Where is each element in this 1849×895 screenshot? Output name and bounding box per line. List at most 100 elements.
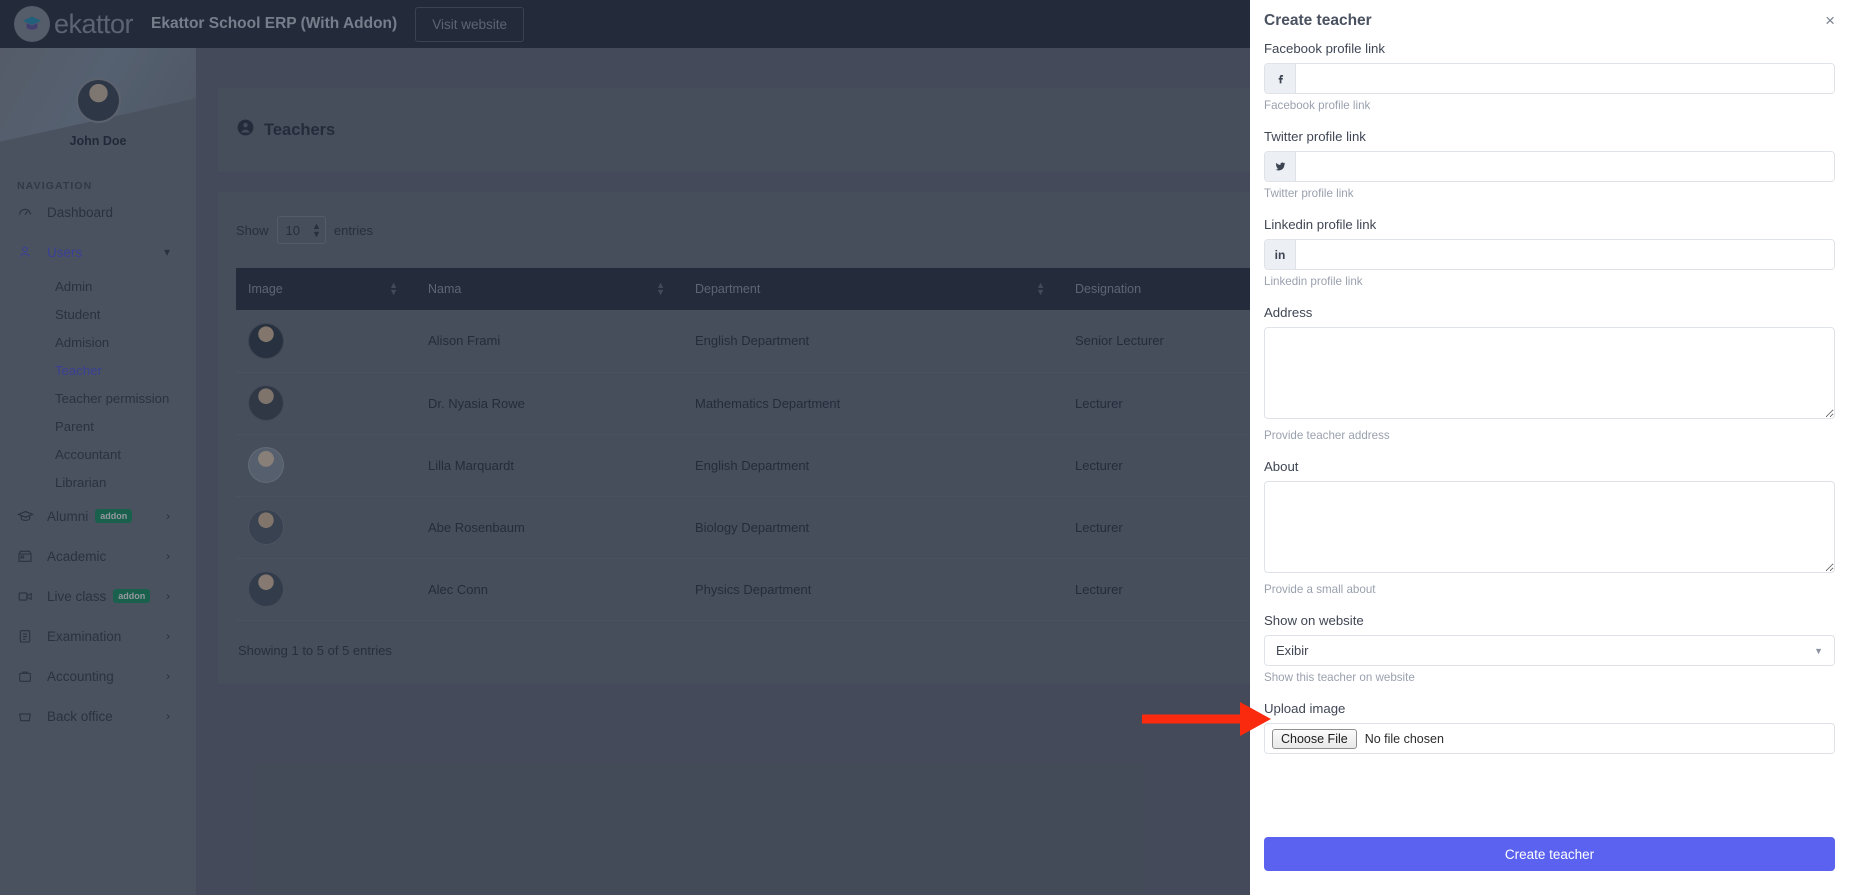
- sidebar-subitem-teacher[interactable]: Teacher: [0, 356, 196, 384]
- basket-icon: [17, 708, 47, 724]
- show-on-website-select[interactable]: Exibir ▼: [1264, 635, 1835, 666]
- chevron-right-icon: ›: [166, 709, 170, 723]
- chevron-right-icon: ›: [166, 629, 170, 643]
- sidebar-user-name: John Doe: [0, 134, 196, 148]
- sidebar-item-users[interactable]: Users ▾: [0, 232, 196, 272]
- chevron-right-icon: ›: [166, 669, 170, 683]
- visit-website-button[interactable]: Visit website: [415, 7, 524, 42]
- cell-department: Mathematics Department: [683, 372, 1063, 434]
- cell-image: [236, 310, 416, 372]
- sidebar-item-alumni[interactable]: Alumni addon ›: [0, 496, 196, 536]
- column-header-name[interactable]: Nama ▲▼: [416, 268, 683, 310]
- entries-select[interactable]: 10 ▲▼: [277, 216, 326, 244]
- avatar[interactable]: [76, 78, 121, 123]
- cell-name: Abe Rosenbaum: [416, 496, 683, 558]
- user-circle-icon: [236, 118, 255, 142]
- chevron-right-icon: ›: [166, 549, 170, 563]
- sidebar-subitem-student[interactable]: Student: [0, 300, 196, 328]
- cell-name: Alison Frami: [416, 310, 683, 372]
- facebook-icon: [1265, 64, 1296, 93]
- sidebar-subitem-label: Admision: [55, 335, 109, 350]
- sidebar-subitem-admision[interactable]: Admision: [0, 328, 196, 356]
- sort-icon: ▲▼: [389, 282, 398, 296]
- twitter-input-group: [1264, 151, 1835, 182]
- address-label: Address: [1264, 305, 1835, 320]
- chevron-down-icon: ▾: [164, 245, 170, 259]
- briefcase-icon: [17, 668, 47, 684]
- column-header-label: Nama: [428, 282, 461, 296]
- teacher-avatar: [248, 571, 284, 607]
- sort-icon: ▲▼: [656, 282, 665, 296]
- user-icon: [17, 244, 47, 260]
- graduation-cap-icon: [17, 508, 47, 525]
- brand-logo[interactable]: ekattor: [14, 6, 133, 42]
- about-textarea[interactable]: [1264, 481, 1835, 573]
- address-textarea[interactable]: [1264, 327, 1835, 419]
- sidebar-profile: John Doe: [0, 48, 196, 148]
- file-name-label: No file chosen: [1365, 732, 1444, 746]
- cell-name: Lilla Marquardt: [416, 434, 683, 496]
- show-prefix-label: Show: [236, 223, 269, 238]
- twitter-input[interactable]: [1296, 152, 1834, 181]
- linkedin-label: Linkedin profile link: [1264, 217, 1835, 232]
- sidebar-subitem-librarian[interactable]: Librarian: [0, 468, 196, 496]
- close-icon[interactable]: ×: [1825, 11, 1835, 31]
- sidebar-subitem-label: Teacher: [55, 363, 102, 378]
- sidebar-item-accounting[interactable]: Accounting ›: [0, 656, 196, 696]
- sidebar-item-label: Back office: [47, 709, 113, 724]
- sidebar-item-dashboard[interactable]: Dashboard: [0, 192, 196, 232]
- facebook-input-group: [1264, 63, 1835, 94]
- modal-header: Create teacher ×: [1250, 0, 1849, 41]
- linkedin-input[interactable]: [1296, 240, 1834, 269]
- column-header-image[interactable]: Image ▲▼: [236, 268, 416, 310]
- sidebar-item-live-class[interactable]: Live class addon ›: [0, 576, 196, 616]
- facebook-label: Facebook profile link: [1264, 41, 1835, 56]
- teacher-avatar: [248, 385, 284, 421]
- show-on-website-value: Exibir: [1276, 643, 1309, 658]
- upload-image-field[interactable]: Choose File No file chosen: [1264, 723, 1835, 754]
- cell-image: [236, 496, 416, 558]
- twitter-icon: [1265, 152, 1296, 181]
- sidebar-item-label: Examination: [47, 629, 121, 644]
- brand-logo-text: ekattor: [54, 9, 133, 40]
- sidebar-nav-label: NAVIGATION: [17, 180, 196, 192]
- cell-image: [236, 372, 416, 434]
- column-header-department[interactable]: Department ▲▼: [683, 268, 1063, 310]
- sidebar-subitem-parent[interactable]: Parent: [0, 412, 196, 440]
- teacher-avatar: [248, 509, 284, 545]
- teacher-avatar: [248, 323, 284, 359]
- column-header-label: Department: [695, 282, 760, 296]
- facebook-input[interactable]: [1296, 64, 1834, 93]
- sidebar-subitem-label: Teacher permission: [55, 391, 169, 406]
- sidebar-item-back-office[interactable]: Back office ›: [0, 696, 196, 736]
- sort-icon: ▲▼: [1036, 282, 1045, 296]
- sidebar-item-academic[interactable]: Academic ›: [0, 536, 196, 576]
- column-header-label: Designation: [1075, 282, 1141, 296]
- modal-footer: Create teacher: [1250, 837, 1849, 895]
- create-teacher-submit-button[interactable]: Create teacher: [1264, 837, 1835, 871]
- cell-department: Physics Department: [683, 558, 1063, 620]
- speedometer-icon: [17, 204, 47, 220]
- sidebar-item-examination[interactable]: Examination ›: [0, 616, 196, 656]
- chevron-down-icon: ▼: [1814, 646, 1823, 656]
- cell-department: Biology Department: [683, 496, 1063, 558]
- column-header-label: Image: [248, 282, 283, 296]
- choose-file-button[interactable]: Choose File: [1272, 729, 1357, 749]
- sidebar-subitem-label: Parent: [55, 419, 94, 434]
- create-teacher-modal: Create teacher × Facebook profile link F…: [1250, 0, 1849, 895]
- facebook-help: Facebook profile link: [1264, 99, 1835, 112]
- sidebar-subitem-teacher-permission[interactable]: Teacher permission: [0, 384, 196, 412]
- modal-body: Facebook profile link Facebook profile l…: [1250, 41, 1849, 837]
- sidebar-subitem-admin[interactable]: Admin: [0, 272, 196, 300]
- twitter-label: Twitter profile link: [1264, 129, 1835, 144]
- about-help: Provide a small about: [1264, 583, 1835, 596]
- sidebar-subitem-accountant[interactable]: Accountant: [0, 440, 196, 468]
- sidebar-item-label: Dashboard: [47, 205, 113, 220]
- addon-badge: addon: [113, 589, 150, 603]
- cell-image: [236, 558, 416, 620]
- modal-title: Create teacher: [1264, 12, 1372, 30]
- building-icon: [17, 548, 47, 564]
- sidebar-subitem-label: Admin: [55, 279, 92, 294]
- clipboard-icon: [17, 628, 47, 644]
- cell-name: Alec Conn: [416, 558, 683, 620]
